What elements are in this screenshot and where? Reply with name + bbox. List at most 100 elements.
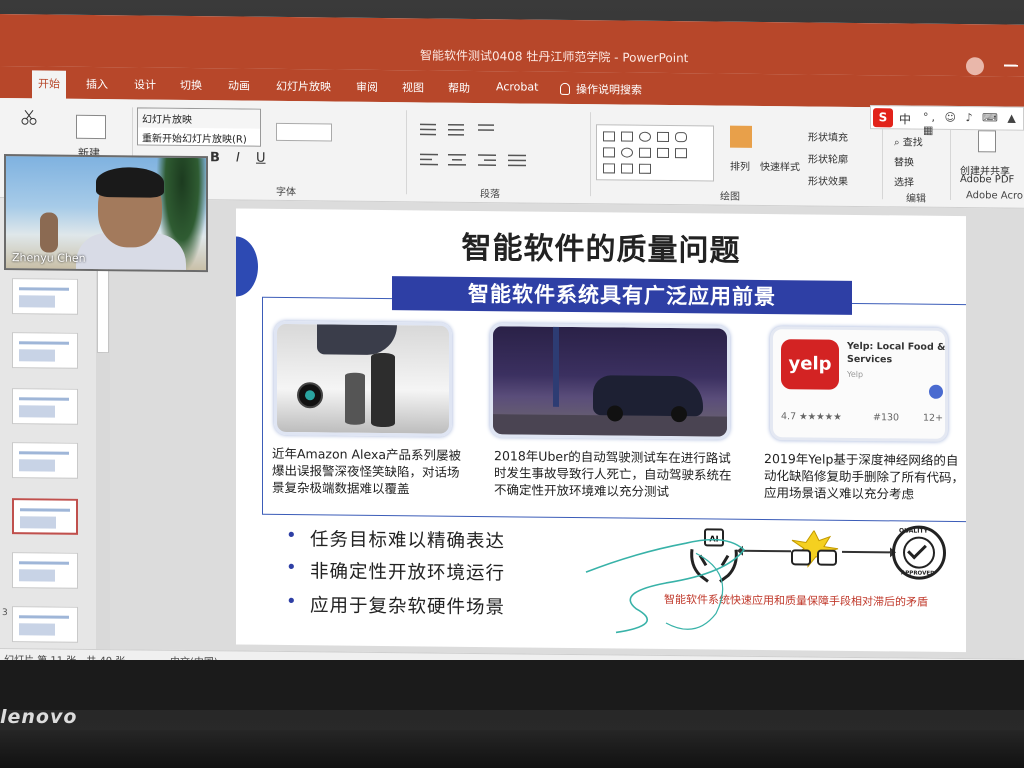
slide-title[interactable]: 智能软件的质量问题 (236, 220, 966, 272)
rectangle-shape-icon[interactable] (621, 131, 633, 142)
more-icon (929, 384, 943, 399)
yelp-rating: 4.7 ★★★★★ (781, 411, 842, 423)
bullet-item[interactable]: 任务目标难以精确表达 (310, 525, 505, 553)
slide-thumbnail[interactable] (12, 332, 78, 369)
alexa-photo (274, 320, 452, 437)
cut-icon[interactable] (20, 108, 38, 126)
window-title: 智能软件测试0408 牡丹江师范学院 - PowerPoint (420, 48, 689, 66)
caption-uber[interactable]: 2018年Uber的自动驾驶测试车在进行路试时发生事故导致行人死亡，自动驾驶系统… (494, 447, 732, 500)
brace-shape-icon[interactable] (675, 148, 687, 159)
caption-yelp[interactable]: 2019年Yelp基于深度神经网络的自动化缺陷修复助手删除了所有代码，应用场景语… (764, 450, 964, 503)
account-icon[interactable] (966, 57, 984, 76)
find-button[interactable]: ⌕ 查找 (894, 133, 923, 148)
bullet-item[interactable]: 应用于复杂软硬件场景 (310, 591, 505, 619)
replace-button[interactable]: 替换 (894, 153, 914, 168)
oval-shape-icon[interactable] (639, 131, 651, 142)
tab-home[interactable]: 开始 (32, 70, 66, 100)
laptop-keyboard (0, 730, 1024, 768)
laptop-bezel (0, 660, 1024, 710)
new-slide-icon[interactable] (76, 114, 106, 140)
bullet-item[interactable]: 非确定性开放环境运行 (310, 557, 505, 585)
group-label-font: 字体 (276, 186, 296, 199)
find-label: 查找 (902, 137, 923, 149)
slide-thumbnail[interactable] (12, 606, 78, 643)
shape-fill-button[interactable]: 形状填充 (808, 128, 848, 143)
yelp-age-rating: 12+ (923, 412, 944, 424)
badge-top-text: QUALITY (899, 527, 928, 535)
rounded-rect-shape-icon[interactable] (675, 132, 687, 143)
participant-name: Zhenyu Chen (12, 251, 86, 265)
shape-effects-button[interactable]: 形状效果 (808, 172, 848, 187)
arrange-icon[interactable] (730, 125, 752, 148)
minimize-button[interactable] (1004, 64, 1018, 67)
arrow-shape-icon[interactable] (603, 147, 615, 158)
laptop-screen: 智能软件测试0408 牡丹江师范学院 - PowerPoint 开始 插入 设计… (0, 14, 1024, 675)
connector-shape-icon[interactable] (657, 147, 669, 159)
tab-design[interactable]: 设计 (134, 76, 156, 92)
slide-editing-area: 智能软件的质量问题 智能软件系统具有广泛应用前景 yelp Yelp: Loca… (110, 199, 1024, 659)
ime-tool-icons[interactable]: °, ☺ ♪ ⌨ ▲ ▦ (923, 111, 1023, 138)
arrow-right-icon (842, 550, 892, 554)
paragraph-tools-icon[interactable] (418, 120, 578, 172)
underline-button[interactable]: U (256, 151, 266, 166)
sogou-logo-icon: S (873, 108, 893, 128)
tab-slideshow[interactable]: 幻灯片放映 (276, 78, 331, 95)
yelp-publisher: Yelp (847, 369, 864, 380)
menu-item-slideshow[interactable]: 幻灯片放映 (138, 108, 260, 129)
yelp-app-name: Yelp: Local Food & Services (847, 340, 946, 366)
circle-shape-icon[interactable] (621, 147, 633, 158)
ime-mode[interactable]: 中 (899, 110, 911, 127)
person-hand (40, 212, 58, 253)
tab-transitions[interactable]: 切换 (180, 77, 202, 93)
yelp-reviews: #130 (873, 412, 900, 424)
quality-approved-badge-icon: QUALITY APPROVED (892, 525, 946, 580)
textbox-shape-icon[interactable] (603, 131, 615, 142)
menu-item-restart-slideshow[interactable]: 重新开始幻灯片放映(R) (138, 127, 260, 147)
slide-thumbnail-selected[interactable] (12, 498, 78, 535)
tab-help[interactable]: 帮助 (448, 80, 470, 96)
slide-thumbnail[interactable] (12, 388, 78, 425)
echo-dot-shape (345, 372, 365, 425)
tab-insert[interactable]: 插入 (86, 76, 108, 92)
slide-canvas[interactable]: 智能软件的质量问题 智能软件系统具有广泛应用前景 yelp Yelp: Loca… (236, 208, 966, 653)
tab-view[interactable]: 视图 (402, 79, 424, 95)
curve-shape-icon[interactable] (603, 163, 615, 174)
ime-toolbar[interactable]: S 中 °, ☺ ♪ ⌨ ▲ ▦ (870, 105, 1024, 137)
font-size-select[interactable] (276, 122, 332, 142)
hand-shape (317, 324, 397, 356)
quick-styles-label[interactable]: 快速样式 (760, 158, 800, 173)
slide-thumbnail[interactable] (12, 278, 78, 315)
slide-thumbnail[interactable] (12, 442, 78, 479)
tell-me-label: 操作说明搜索 (576, 83, 642, 97)
search-icon: ⌕ (894, 137, 903, 149)
caption-alexa[interactable]: 近年Amazon Alexa产品系列屡被爆出误报警深夜怪笑缺陷，对话场景复杂极端… (272, 445, 468, 498)
bold-button[interactable]: B (210, 150, 220, 165)
callout-shape-icon[interactable] (639, 163, 651, 174)
shapes-gallery[interactable] (596, 124, 714, 182)
tab-animations[interactable]: 动画 (228, 77, 250, 93)
shape-outline-button[interactable]: 形状轮廓 (808, 150, 848, 165)
tab-acrobat[interactable]: Acrobat (496, 80, 538, 93)
tell-me-search[interactable]: 操作说明搜索 (560, 81, 642, 98)
streetlamp-shape (553, 326, 559, 407)
italic-button[interactable]: I (236, 150, 240, 165)
webcam-overlay[interactable]: Zhenyu Chen (4, 154, 208, 273)
group-label-paragraph: 段落 (480, 189, 500, 201)
echo-spot-shape (297, 382, 323, 409)
star-shape-icon[interactable] (621, 163, 633, 174)
select-button[interactable]: 选择 (894, 173, 914, 188)
uber-crash-photo (490, 323, 730, 440)
pen-annotation (585, 538, 746, 634)
arrange-label[interactable]: 排列 (730, 158, 750, 173)
adobe-pdf-label[interactable]: Adobe PDF (960, 174, 1014, 186)
tab-review[interactable]: 审阅 (356, 79, 378, 95)
group-label-editing: 编辑 (906, 193, 926, 205)
car-shape (593, 375, 703, 417)
slide-thumbnail[interactable] (12, 552, 78, 589)
photo-scene: 智能软件测试0408 牡丹江师范学院 - PowerPoint 开始 插入 设计… (0, 0, 1024, 768)
badge-bottom-text: APPROVED (901, 570, 935, 577)
slide-banner[interactable]: 智能软件系统具有广泛应用前景 (392, 276, 852, 315)
yelp-logo: yelp (781, 339, 839, 390)
triangle-shape-icon[interactable] (639, 147, 651, 158)
line-shape-icon[interactable] (657, 131, 669, 143)
